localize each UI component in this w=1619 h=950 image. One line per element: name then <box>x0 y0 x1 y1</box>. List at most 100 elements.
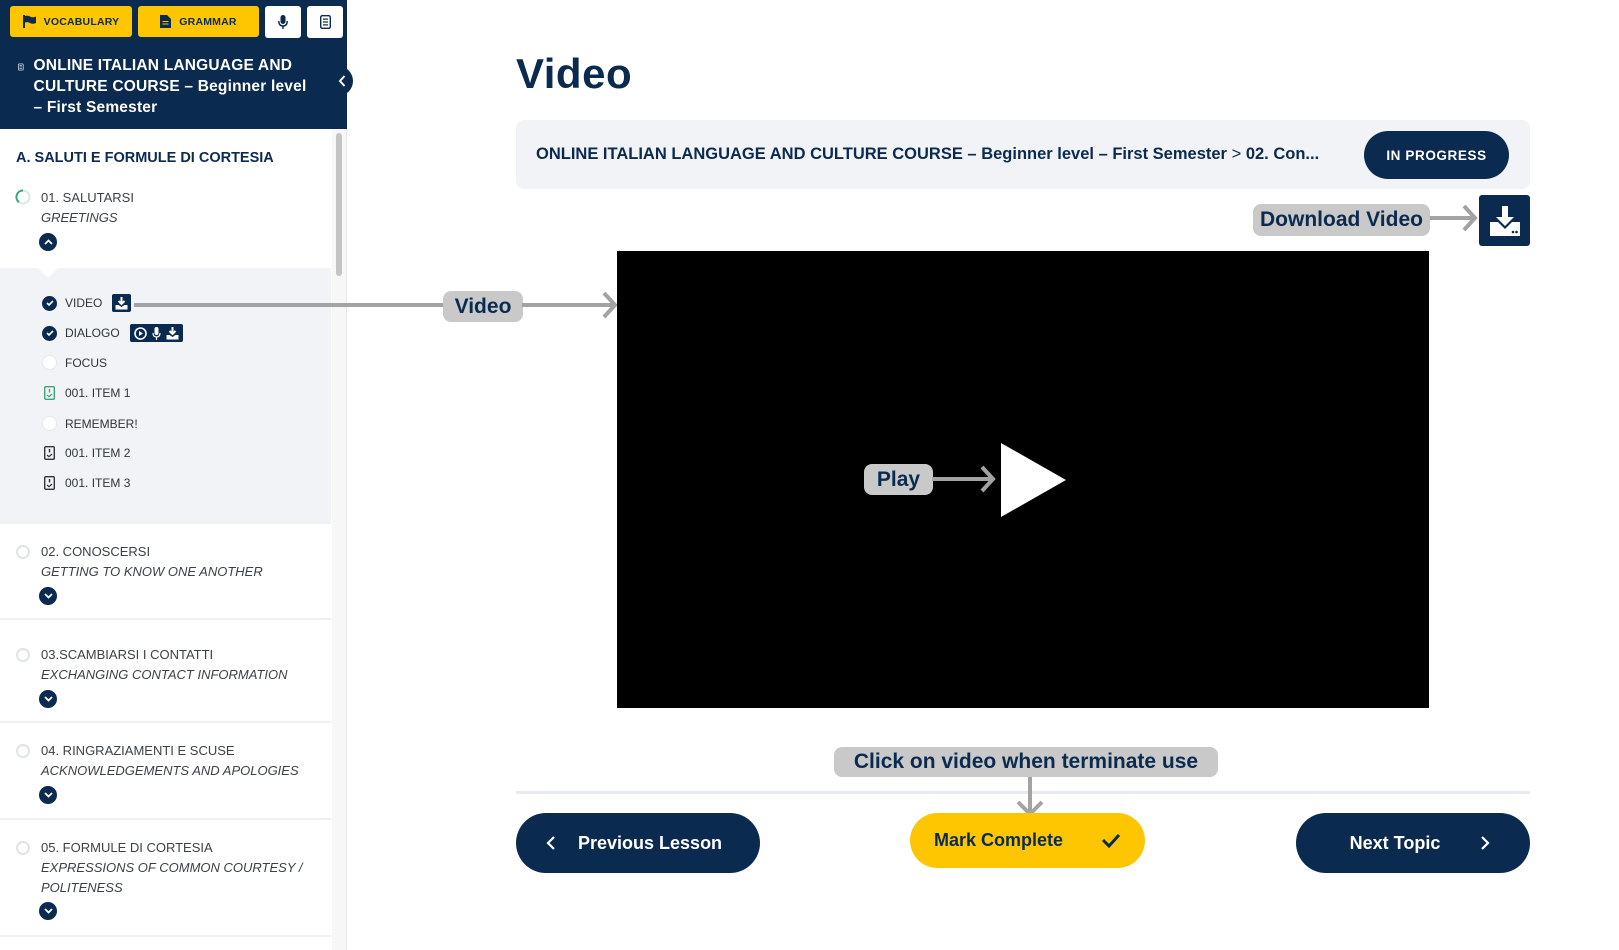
lesson-subtitle: GREETINGS <box>41 210 118 225</box>
divider <box>0 721 331 723</box>
lesson-item[interactable]: 01. SALUTARSI GREETINGS <box>0 186 331 268</box>
divider <box>0 522 331 524</box>
play-icon[interactable] <box>1001 443 1066 517</box>
lesson-title: 01. SALUTARSI <box>41 190 134 205</box>
topic-label: REMEMBER! <box>65 416 138 431</box>
chevron-left-icon <box>338 75 346 87</box>
chevron-down-icon <box>43 593 53 599</box>
next-topic-button[interactable]: Next Topic <box>1296 813 1530 873</box>
download-video-button[interactable] <box>1479 195 1530 246</box>
incomplete-circle-icon <box>16 545 30 559</box>
video-player[interactable]: Play <box>617 251 1429 708</box>
lesson-item[interactable]: 03.SCAMBIARSI I CONTATTI EXCHANGING CONT… <box>0 645 331 719</box>
topic-label: 001. ITEM 1 <box>65 385 131 400</box>
topic-item-video[interactable]: VIDEO <box>42 294 132 312</box>
breadcrumb-current[interactable]: 02. Con... <box>1246 145 1319 163</box>
quiz-icon <box>42 475 57 490</box>
topic-label: VIDEO <box>65 296 103 310</box>
vocabulary-button[interactable]: VOCABULARY <box>10 6 132 37</box>
microphone-icon[interactable] <box>152 326 161 340</box>
next-topic-label: Next Topic <box>1349 832 1441 853</box>
sidebar-scrollbar-thumb[interactable] <box>336 133 342 276</box>
pronunciation-button[interactable] <box>265 5 301 38</box>
page-title: Video <box>516 50 633 97</box>
notes-button[interactable] <box>307 5 343 38</box>
lesson-item[interactable]: 04. RINGRAZIAMENTI E SCUSE ACKNOWLEDGEME… <box>0 741 331 815</box>
check-icon <box>42 295 57 311</box>
expand-lesson-button[interactable] <box>39 690 57 708</box>
incomplete-circle-icon <box>16 648 30 662</box>
flag-icon <box>22 15 36 28</box>
checkmark-icon <box>1101 833 1121 848</box>
breadcrumb: ONLINE ITALIAN LANGUAGE AND CULTURE COUR… <box>536 145 1319 164</box>
lesson-subtitle: EXPRESSIONS OF COMMON COURTESY / POLITEN… <box>41 860 303 895</box>
annotation-play: Play <box>864 464 933 495</box>
divider <box>0 935 331 937</box>
progress-ring-icon <box>15 189 31 205</box>
chevron-up-icon <box>43 239 53 245</box>
divider <box>516 791 1530 794</box>
lesson-title: 03.SCAMBIARSI I CONTATTI <box>41 647 214 662</box>
mark-complete-label: Mark Complete <box>933 830 1064 850</box>
topic-label: 001. ITEM 2 <box>65 445 131 460</box>
topic-label: DIALOGO <box>65 326 120 340</box>
download-icon[interactable] <box>115 296 128 310</box>
lesson-subtitle: EXCHANGING CONTACT INFORMATION <box>41 667 288 682</box>
quiz-icon <box>42 445 57 460</box>
section-title: A. SALUTI E FORMULE DI CORTESIA <box>16 150 274 166</box>
check-icon <box>42 325 57 341</box>
arrow-right-icon <box>1462 204 1478 232</box>
lesson-item[interactable]: 02. CONOSCERSI GETTING TO KNOW ONE ANOTH… <box>0 542 331 616</box>
topic-item-focus[interactable]: FOCUS <box>42 355 107 370</box>
notebook-icon <box>319 14 331 29</box>
course-title: ONLINE ITALIAN LANGUAGE AND CULTURE COUR… <box>33 57 307 116</box>
notebook-icon <box>18 63 24 71</box>
annotation-download-video: Download Video <box>1253 204 1430 236</box>
arrow-right-icon <box>602 291 618 319</box>
document-icon <box>160 15 172 28</box>
quiz-icon <box>42 385 57 400</box>
mark-complete-button[interactable]: Mark Complete <box>910 813 1145 868</box>
annotation-video: Video <box>443 291 523 322</box>
annotation-mark-hint: Click on video when terminate use <box>834 747 1218 777</box>
incomplete-circle-icon <box>16 744 30 758</box>
play-circle-icon[interactable] <box>133 326 147 340</box>
incomplete-circle-icon <box>42 416 57 431</box>
topic-item-dialogo[interactable]: DIALOGO <box>42 324 183 342</box>
lesson-subtitle: ACKNOWLEDGEMENTS AND APOLOGIES <box>41 763 299 778</box>
topic-item-quiz[interactable]: 001. ITEM 2 <box>42 445 130 460</box>
incomplete-circle-icon <box>16 841 30 855</box>
topic-item-quiz[interactable]: 001. ITEM 1 <box>42 385 130 400</box>
lesson-title: 02. CONOSCERSI <box>41 544 151 559</box>
chevron-left-icon <box>546 836 555 850</box>
expand-lesson-button[interactable] <box>39 587 57 605</box>
download-icon[interactable] <box>166 326 179 340</box>
lesson-title: 04. RINGRAZIAMENTI E SCUSE <box>41 743 235 758</box>
chevron-down-icon <box>43 908 53 914</box>
arrow-right-icon <box>980 465 996 493</box>
divider <box>0 818 331 820</box>
breadcrumb-course-link[interactable]: ONLINE ITALIAN LANGUAGE AND CULTURE COUR… <box>536 145 1227 163</box>
sidebar-topbar: VOCABULARY GRAMMAR <box>0 0 347 43</box>
grammar-button[interactable]: GRAMMAR <box>138 6 259 37</box>
lesson-item[interactable]: 05. FORMULE DI CORTESIA EXPRESSIONS OF C… <box>0 838 331 934</box>
divider <box>0 618 331 620</box>
vocabulary-label: VOCABULARY <box>43 15 120 28</box>
course-sidebar: VOCABULARY GRAMMAR ONLINE ITALIAN LANGUA… <box>0 0 353 950</box>
lesson-subtitle: GETTING TO KNOW ONE ANOTHER <box>41 564 263 579</box>
incomplete-circle-icon <box>42 355 57 370</box>
lesson-title: 05. FORMULE DI CORTESIA <box>41 840 213 855</box>
topic-item-quiz[interactable]: 001. ITEM 3 <box>42 475 130 490</box>
status-badge: IN PROGRESS <box>1364 131 1509 179</box>
expand-lesson-button[interactable] <box>39 786 57 804</box>
breadcrumb-separator: > <box>1231 145 1242 163</box>
previous-lesson-button[interactable]: Previous Lesson <box>516 813 760 873</box>
collapse-sidebar-button[interactable] <box>331 66 353 96</box>
expand-lesson-button[interactable] <box>39 902 57 920</box>
collapse-lesson-button[interactable] <box>39 233 57 251</box>
chevron-down-icon <box>43 792 53 798</box>
topic-item-remember[interactable]: REMEMBER! <box>42 416 138 431</box>
microphone-icon <box>278 14 288 29</box>
chevron-right-icon <box>1481 836 1490 850</box>
grammar-label: GRAMMAR <box>179 15 237 28</box>
